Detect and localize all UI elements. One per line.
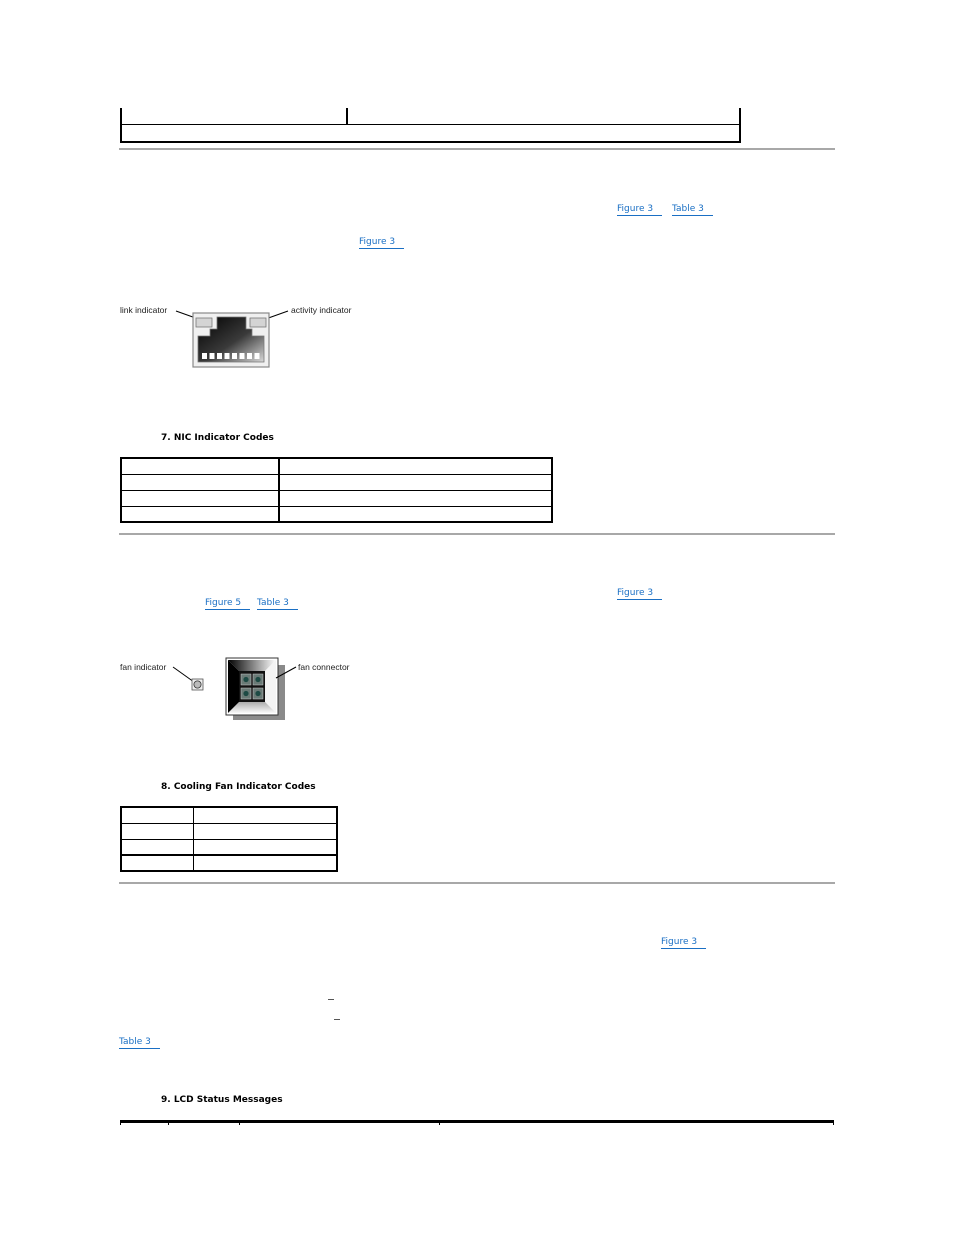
activity-indicator-label: activity indicator: [291, 305, 352, 315]
table-border: [739, 108, 741, 143]
table-row: [120, 489, 553, 507]
dash-mark: [328, 999, 334, 1000]
lcd-table-caption: 9. LCD Status Messages: [161, 1095, 283, 1105]
table-cell: [120, 489, 280, 507]
nic-connector-illustration: [175, 310, 289, 368]
table-cell: [193, 854, 338, 872]
table-cell: [193, 822, 338, 840]
section-divider: [119, 882, 835, 884]
link-led-icon: [195, 317, 213, 328]
fan-indicator-table: [120, 806, 338, 872]
table-column-divider: [120, 1120, 121, 1125]
table-cell: [120, 822, 194, 840]
table-3-link[interactable]: Table 3: [257, 598, 298, 610]
table-column-divider: [346, 108, 348, 125]
figure-5-link[interactable]: Figure 5: [205, 598, 251, 610]
table-cell: [278, 489, 553, 507]
figure-3-link[interactable]: Figure 3: [617, 588, 663, 600]
table-cell: [278, 457, 553, 475]
table-cell: [278, 473, 553, 491]
table-row: [120, 838, 338, 856]
table-top-border: [120, 1120, 834, 1123]
table-row: [120, 505, 553, 523]
table-cell: [193, 806, 338, 824]
table-row: [120, 457, 553, 475]
table-3-link[interactable]: Table 3: [119, 1037, 160, 1049]
fan-table-caption: 8. Cooling Fan Indicator Codes: [161, 782, 316, 792]
nic-indicator-table: [120, 457, 553, 523]
table-cell: [120, 806, 194, 824]
table-cell: [120, 838, 194, 856]
section-divider: [119, 533, 835, 535]
table-cell: [120, 457, 280, 475]
table-cell: [120, 854, 194, 872]
section-divider: [119, 148, 835, 150]
table-row: [120, 806, 338, 824]
activity-led-icon: [249, 317, 267, 328]
table-bottom-border: [120, 141, 741, 143]
fan-connector-illustration: [172, 657, 297, 720]
fan-indicator-label: fan indicator: [120, 662, 167, 672]
table-cell: [278, 505, 553, 523]
figure-3-link[interactable]: Figure 3: [359, 237, 405, 249]
table-row: [120, 822, 338, 840]
table-column-divider: [239, 1120, 240, 1125]
table-cell: [120, 505, 280, 523]
table-column-divider: [833, 1120, 834, 1125]
fan-connector-label: fan connector: [298, 662, 350, 672]
table-border: [120, 108, 122, 125]
nic-table-caption: 7. NIC Indicator Codes: [161, 433, 274, 443]
table-column-divider: [168, 1120, 169, 1125]
table-cell: [193, 838, 338, 856]
table-cell: [120, 473, 280, 491]
figure-3-link[interactable]: Figure 3: [617, 204, 663, 216]
link-indicator-label: link indicator: [120, 305, 168, 315]
dash-mark: [334, 1019, 340, 1020]
leader-line: [172, 666, 195, 683]
figure-3-link[interactable]: Figure 3: [661, 937, 707, 949]
table-row-divider: [120, 124, 741, 125]
table-3-link[interactable]: Table 3: [672, 204, 713, 216]
table-column-divider: [439, 1120, 440, 1125]
table-row: [120, 854, 338, 872]
table-row: [120, 473, 553, 491]
